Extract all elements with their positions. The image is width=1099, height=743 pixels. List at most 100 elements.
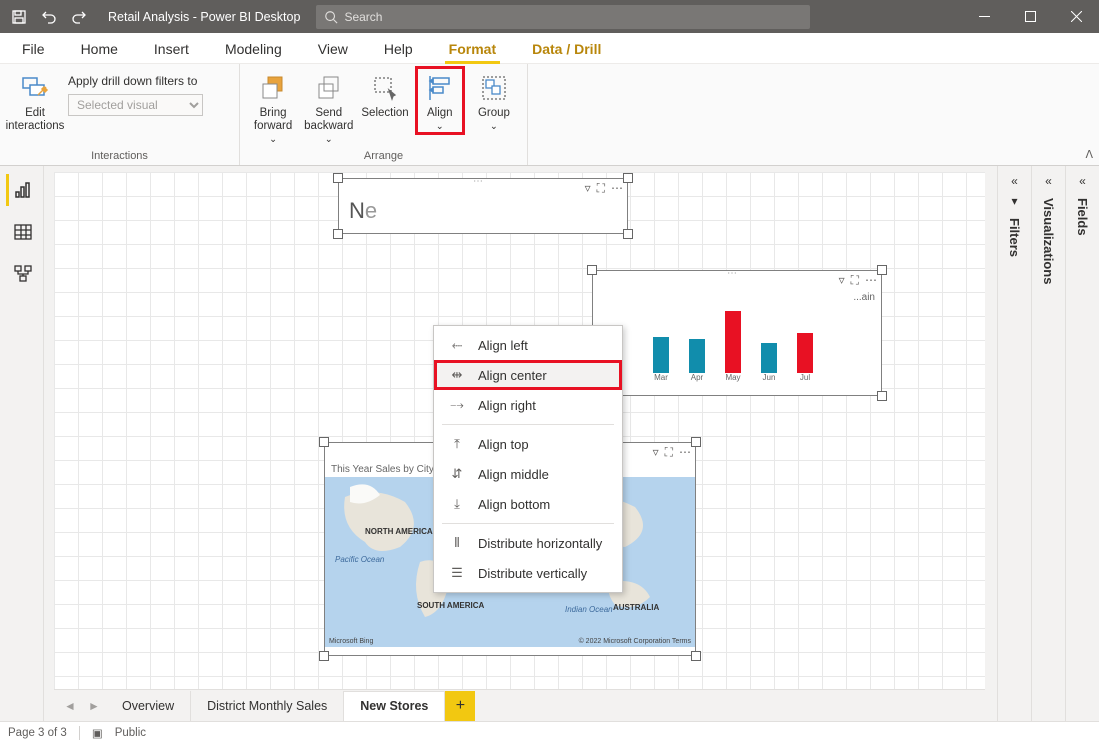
close-button[interactable] [1053,0,1099,33]
page-tab-overview[interactable]: Overview [106,691,191,721]
bar-chart-visual[interactable]: ⋯ ▿⛶⋯ ...ain Mar Apr May Jun Jul [592,270,882,396]
title-visual[interactable]: ⋯ ▿⛶⋯ Ne [338,178,628,234]
align-bottom-icon: ⤓ [448,496,466,512]
tab-nav-prev[interactable]: ◄ [58,699,82,713]
search-placeholder: Search [344,10,382,24]
distribute-h-item[interactable]: ⫴ Distribute horizontally [434,528,622,558]
sensitivity-icon[interactable]: ▣ [92,726,103,740]
align-button[interactable]: Align⌄ [417,68,463,133]
axis-label: Mar [653,373,669,382]
axis-label: Jul [797,373,813,382]
bar [689,339,705,373]
edit-interactions-icon [19,72,51,104]
drill-filters-select[interactable]: Selected visual [68,94,203,116]
page-tab-new-stores[interactable]: New Stores [344,691,445,721]
add-page-button[interactable]: + [445,691,475,721]
save-icon[interactable] [6,4,32,30]
data-view-icon[interactable] [6,216,38,248]
distribute-v-item[interactable]: ☰Distribute vertically [434,558,622,588]
group-icon [478,72,510,104]
align-top-icon: ⤒ [448,436,466,452]
menu-bar: File Home Insert Modeling View Help Form… [0,33,1099,64]
align-top-item[interactable]: ⤒Align top [434,429,622,459]
map-ocean-label: Pacific Ocean [335,555,384,564]
align-left-item[interactable]: ⬸ Align left [434,330,622,360]
map-label: SOUTH AMERICA [417,601,484,610]
redo-icon[interactable] [66,4,92,30]
chevron-left-icon: « [1011,174,1018,188]
axis-label: May [725,373,741,382]
group-label: Group⌄ [478,107,510,133]
align-bottom-item[interactable]: ⤓ Align bottom [434,489,622,519]
axis-label: Jun [761,373,777,382]
group-button[interactable]: Group⌄ [471,68,517,133]
model-view-icon[interactable] [6,258,38,290]
chevron-left-icon: « [1079,174,1086,188]
axis-label: Apr [689,373,705,382]
visualizations-pane[interactable]: « Visualizations [1031,166,1065,721]
title-bar: Retail Analysis - Power BI Desktop Searc… [0,0,1099,33]
distribute-h-icon: ⫴ [448,535,466,551]
distribute-h-label: Distribute horizontally [478,536,602,551]
align-center-label: Align center [478,368,547,383]
filter-icon[interactable]: ▿ [653,445,659,460]
focus-icon[interactable]: ⛶ [597,181,605,196]
tab-help[interactable]: Help [380,35,417,63]
filter-icon[interactable]: ▿ [839,273,845,288]
page-tab-district[interactable]: District Monthly Sales [191,691,344,721]
minimize-button[interactable] [961,0,1007,33]
align-menu: ⬸ Align left ⇹Align center ⤍Align right ⤒… [433,325,623,593]
more-icon[interactable]: ⋯ [679,445,691,460]
drill-filters-label: Apply drill down filters to [68,74,208,88]
map-ocean-label: Indian Ocean [565,605,613,614]
align-bottom-label: Align bottom [478,497,550,512]
fields-pane[interactable]: « Fields [1065,166,1099,721]
tab-view[interactable]: View [314,35,352,63]
edit-interactions-button[interactable]: Editinteractions [10,68,60,133]
drag-handle-icon[interactable]: ⋯ [727,268,747,274]
tab-nav-next[interactable]: ► [82,699,106,713]
align-center-item[interactable]: ⇹Align center [434,360,622,390]
chevron-left-icon: « [1045,174,1052,188]
bar [761,343,777,373]
report-view-icon[interactable] [6,174,38,206]
viz-label: Visualizations [1041,194,1056,284]
bring-forward-button[interactable]: Bringforward ⌄ [250,68,296,146]
align-middle-item[interactable]: ⇵Align middle [434,459,622,489]
align-left-icon: ⬸ [448,337,466,353]
selection-icon [369,72,401,104]
tab-file[interactable]: File [18,35,49,63]
search-box[interactable]: Search [316,5,810,29]
tab-format[interactable]: Format [445,35,500,63]
sensitivity-label: Public [115,727,146,739]
bar [725,311,741,373]
bring-forward-icon [257,72,289,104]
filters-pane[interactable]: « ▾ Filters [997,166,1031,721]
tab-modeling[interactable]: Modeling [221,35,286,63]
drag-handle-icon[interactable]: ⋯ [473,176,493,182]
more-icon[interactable]: ⋯ [611,181,623,196]
more-icon[interactable]: ⋯ [865,273,877,288]
map-provider-label: Microsoft Bing [329,638,373,645]
focus-icon[interactable]: ⛶ [851,273,859,288]
align-left-label: Align left [478,338,528,353]
maximize-button[interactable] [1007,0,1053,33]
selection-button[interactable]: Selection [361,68,408,120]
focus-icon[interactable]: ⛶ [665,445,673,460]
tab-data-drill[interactable]: Data / Drill [528,35,605,63]
ribbon: Editinteractions Apply drill down filter… [0,64,1099,166]
filter-icon[interactable]: ▿ [585,181,591,196]
ribbon-collapse-icon[interactable]: ᐱ [1085,148,1093,161]
edit-interactions-label: Editinteractions [6,107,65,133]
tab-home[interactable]: Home [77,35,122,63]
align-right-item[interactable]: ⤍Align right [434,390,622,420]
status-bar: Page 3 of 3 ▣ Public [0,721,1099,743]
align-icon [424,72,456,104]
undo-icon[interactable] [36,4,62,30]
send-backward-button[interactable]: Sendbackward ⌄ [304,68,353,146]
filters-label: Filters [1007,214,1022,257]
distribute-v-icon: ☰ [448,565,466,581]
tab-insert[interactable]: Insert [150,35,193,63]
selection-label: Selection [361,107,408,120]
align-right-label: Align right [478,398,536,413]
